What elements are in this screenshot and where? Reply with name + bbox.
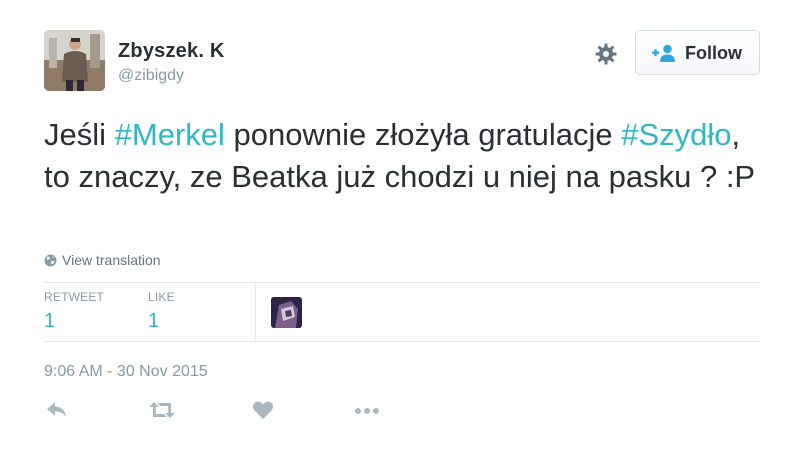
follow-label: Follow xyxy=(685,43,742,63)
view-translation-label: View translation xyxy=(62,252,161,268)
hashtag-link[interactable]: #Merkel xyxy=(115,117,225,152)
reply-icon xyxy=(47,402,66,417)
tweet-timestamp[interactable]: 9:06 AM - 30 Nov 2015 xyxy=(44,363,208,381)
author-handle[interactable]: @zibigdy xyxy=(118,67,184,85)
heart-icon xyxy=(252,401,274,419)
retweet-button[interactable] xyxy=(149,400,175,422)
add-user-icon xyxy=(652,44,675,62)
view-translation-link[interactable]: View translation xyxy=(44,251,161,269)
like-button[interactable] xyxy=(252,400,274,422)
more-button[interactable] xyxy=(354,400,380,422)
retweet-stat[interactable]: RETWEET 1 xyxy=(44,290,104,333)
stats-divider-top xyxy=(44,282,760,283)
retweet-icon xyxy=(149,402,175,418)
like-stat-label: LIKE xyxy=(148,290,175,304)
more-dots-icon xyxy=(355,408,379,414)
like-count: 1 xyxy=(148,310,160,332)
globe-icon xyxy=(44,254,57,266)
like-stat[interactable]: LIKE 1 xyxy=(148,290,175,333)
tweet-card: Zbyszek. K @zibigdy Follow Jeśli #Merkel… xyxy=(0,0,800,456)
author-avatar[interactable] xyxy=(44,30,105,91)
stats-separator xyxy=(255,283,256,341)
hashtag-link[interactable]: #Szydło xyxy=(621,117,731,152)
gear-icon[interactable] xyxy=(594,42,618,66)
tweet-text-part: Jeśli xyxy=(44,117,115,152)
retweet-stat-label: RETWEET xyxy=(44,290,105,304)
reply-button[interactable] xyxy=(46,400,68,422)
follow-button[interactable]: Follow xyxy=(635,30,760,75)
retweet-count: 1 xyxy=(44,310,56,332)
tweet-text-part: ponownie złożyła gratulacje xyxy=(224,117,622,152)
liker-avatar[interactable] xyxy=(271,297,302,328)
author-name[interactable]: Zbyszek. K xyxy=(118,40,224,63)
tweet-text: Jeśli #Merkel ponownie złożyła gratulacj… xyxy=(44,114,764,198)
stats-divider-bottom xyxy=(44,341,760,342)
